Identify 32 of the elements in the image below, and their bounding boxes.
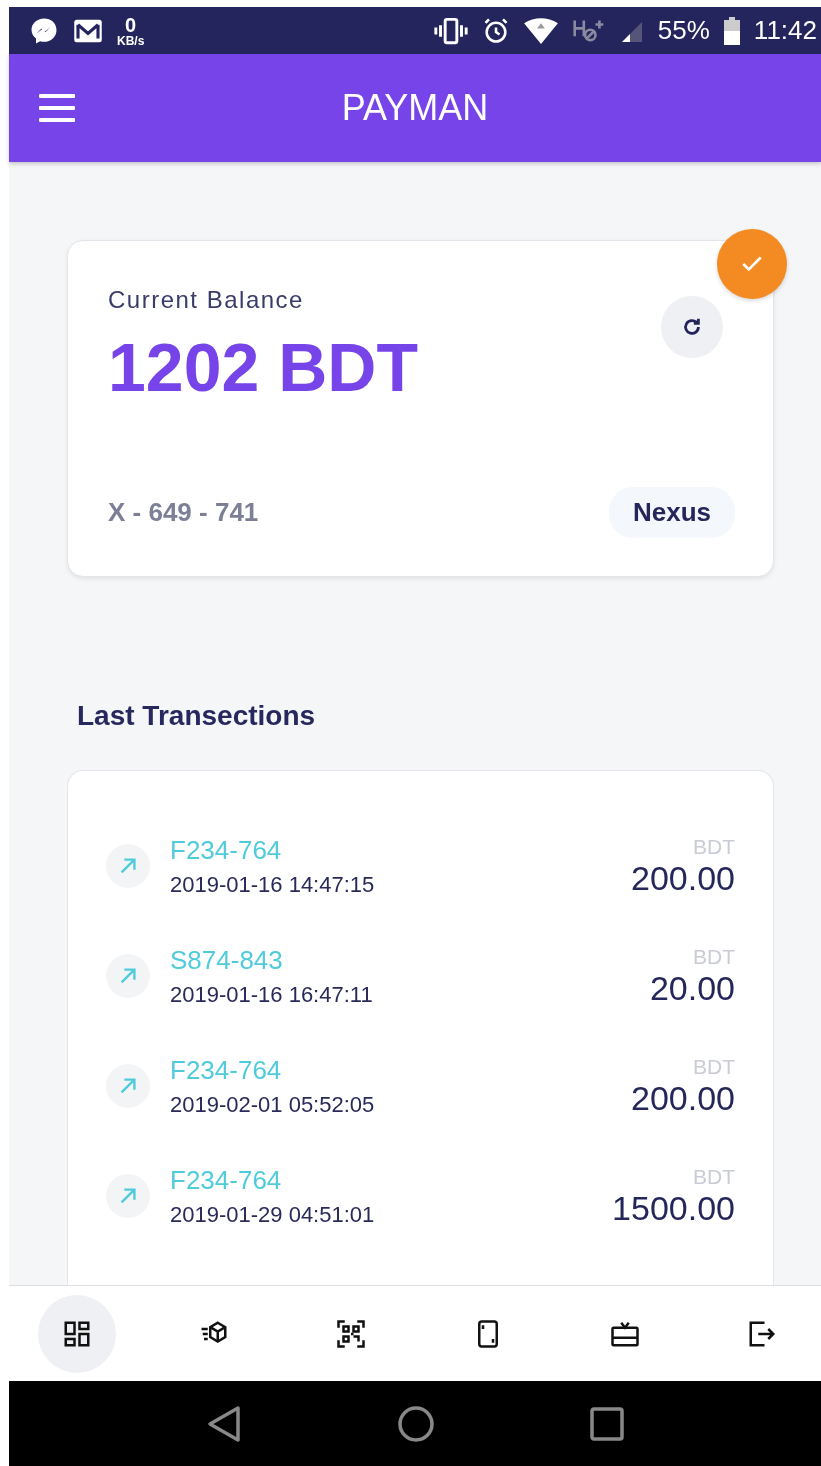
transaction-reference: S874-843 bbox=[170, 944, 284, 976]
refresh-icon bbox=[681, 316, 703, 338]
vibrate-icon bbox=[433, 16, 468, 45]
back-button[interactable] bbox=[206, 1404, 243, 1443]
qr-code-icon bbox=[336, 1318, 366, 1349]
mail-icon bbox=[73, 17, 103, 44]
transaction-datetime: 2019-01-29 04:51:01 bbox=[170, 1201, 376, 1228]
clock-time: 11:42 bbox=[753, 15, 817, 46]
balance-label: Current Balance bbox=[108, 286, 305, 314]
transaction-amount: 20.00 bbox=[649, 968, 735, 1008]
wifi-icon bbox=[523, 17, 558, 44]
recent-apps-button[interactable] bbox=[589, 1406, 624, 1441]
provider-tag: Nexus bbox=[608, 487, 735, 538]
network-speed-unit: KB/s bbox=[117, 34, 145, 47]
app-title: PAYMAN bbox=[341, 87, 489, 128]
account-number: X - 649 - 741 bbox=[108, 497, 259, 528]
network-speed-value: 0 bbox=[125, 14, 137, 35]
home-button[interactable] bbox=[397, 1404, 435, 1443]
transaction-datetime: 2019-02-01 05:52:05 bbox=[170, 1091, 376, 1118]
balance-amount: 1202 BDT bbox=[108, 328, 419, 406]
transaction-amount: 200.00 bbox=[631, 1078, 735, 1118]
transaction-amount: 200.00 bbox=[631, 858, 735, 898]
menu-button[interactable] bbox=[39, 94, 75, 122]
section-heading: Last Transections bbox=[77, 700, 317, 732]
transaction-amount: 1500.00 bbox=[612, 1188, 735, 1228]
battery-percentage: 55% bbox=[657, 15, 710, 46]
transaction-reference: F234-764 bbox=[170, 1164, 283, 1196]
transaction-reference: F234-764 bbox=[170, 1054, 283, 1086]
transaction-datetime: 2019-01-16 16:47:11 bbox=[170, 981, 374, 1008]
transaction-datetime: 2019-01-16 14:47:15 bbox=[170, 871, 376, 898]
battery-icon bbox=[723, 16, 740, 45]
transaction-reference: F234-764 bbox=[170, 834, 283, 866]
